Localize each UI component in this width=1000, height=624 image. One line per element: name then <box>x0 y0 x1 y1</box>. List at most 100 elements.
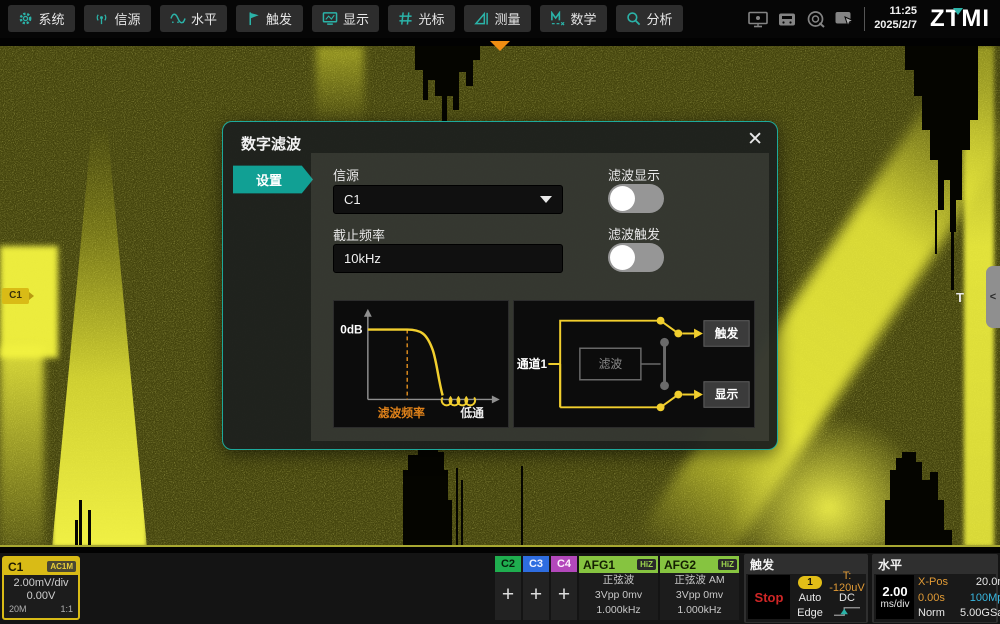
horizontal-status-section[interactable]: 水平 2.00 ms/div X-Pos 20.0ms 0.00s 100Mpt… <box>872 554 998 623</box>
channel3-box[interactable]: C3 + <box>523 556 549 620</box>
xpos-label: X-Pos <box>916 576 960 588</box>
menu-label: 信源 <box>114 9 140 28</box>
storage-icon[interactable] <box>777 11 797 28</box>
add-channel3-button[interactable]: + <box>523 572 549 618</box>
filter-response-graph: 0dB 滤波频率 低通 <box>333 300 509 428</box>
date-value: 2025/2/7 <box>874 19 917 33</box>
clock: 11:25 2025/2/7 <box>874 5 917 33</box>
brand-logo: ZTMI <box>926 5 990 33</box>
trigger-route-button[interactable]: 触发 <box>704 321 749 347</box>
time-value: 11:25 <box>874 5 917 19</box>
top-status-area: 11:25 2025/2/7 ZTMI <box>748 0 990 38</box>
menu-button-math[interactable]: 数学 <box>540 5 607 32</box>
lowpass-label: 低通 <box>459 406 484 420</box>
afg2-box[interactable]: AFG2 HiZ 正弦波 AM 3Vpp 0mv 1.000kHz <box>660 556 739 620</box>
trigger-flag-icon <box>247 11 261 26</box>
edge-trigger-icon <box>831 605 863 618</box>
toggle-knob <box>610 245 635 270</box>
main-menu: 系统 信源 水平 触发 <box>8 5 683 32</box>
xpos-value: 20.0ms <box>960 576 1000 588</box>
memory-points: 100Mpts <box>960 592 1000 604</box>
trigger-status-section[interactable]: 触发 Stop 1 T: -120uV Auto DC Edge <box>744 554 868 623</box>
menu-button-source[interactable]: 信源 <box>84 5 151 32</box>
channel1-box[interactable]: C1 AC1M 2.00mV/div 0.00V 20M 1:1 <box>2 556 80 620</box>
settings-panel: 信源 C1 截止频率 10kHz 滤波显示 滤波触发 0dB <box>311 153 769 441</box>
signal-source-icon <box>94 11 109 26</box>
filter-routing-diagram: 通道1 滤波 <box>513 300 755 428</box>
trigger-type: Edge <box>792 607 828 619</box>
logo-accent-triangle <box>953 8 963 15</box>
close-icon[interactable]: ✕ <box>747 128 763 151</box>
touch-assist-icon[interactable] <box>806 10 825 28</box>
acquisition-state-box[interactable]: Stop <box>748 575 790 619</box>
cursor-grid-icon <box>398 11 413 26</box>
menu-button-measure[interactable]: 测量 <box>464 5 531 32</box>
channel1-header: C1 AC1M <box>4 558 78 575</box>
cutoff-value: 10kHz <box>344 251 381 266</box>
db-label: 0dB <box>340 322 362 336</box>
afg1-frequency: 1.000kHz <box>579 603 658 618</box>
channel2-name: C2 <box>495 556 521 572</box>
source-label: 信源 <box>333 165 359 184</box>
chevron-left-icon: < <box>990 291 996 303</box>
menu-label: 分析 <box>646 9 672 28</box>
channel3-name: C3 <box>523 556 549 572</box>
trigger-source-badge: 1 <box>798 576 822 589</box>
measure-ruler-icon <box>474 11 489 26</box>
filter-display-label: 滤波显示 <box>608 165 660 184</box>
gesture-icon[interactable] <box>834 10 855 28</box>
display-route-button[interactable]: 显示 <box>704 382 749 408</box>
trigger-position-marker-icon[interactable] <box>490 41 510 51</box>
channel1-bandwidth: 20M <box>9 604 27 614</box>
menu-button-horizontal[interactable]: 水平 <box>160 5 227 32</box>
side-panel-handle[interactable]: < <box>986 266 1000 328</box>
menu-label: 显示 <box>343 9 369 28</box>
analyze-search-icon <box>626 11 641 26</box>
trigger-level-marker[interactable]: T <box>956 290 964 305</box>
afg1-box[interactable]: AFG1 HiZ 正弦波 3Vpp 0mv 1.000kHz <box>579 556 658 620</box>
menu-label: 光标 <box>418 9 444 28</box>
menu-button-cursor[interactable]: 光标 <box>388 5 455 32</box>
menu-button-system[interactable]: 系统 <box>8 5 75 32</box>
channel1-level-marker[interactable]: C1 <box>2 288 29 304</box>
menu-label: 水平 <box>191 9 217 28</box>
channel1-name: C1 <box>4 560 23 574</box>
add-channel4-button[interactable]: + <box>551 572 577 618</box>
cutoff-freq-label: 滤波频率 <box>378 406 425 420</box>
horizontal-section-body: 2.00 ms/div X-Pos 20.0ms 0.00s 100Mpts N… <box>874 574 996 622</box>
sample-rate: 5.00GSa/s <box>960 607 1000 619</box>
edge-slope-cell <box>828 605 866 621</box>
afg2-header: AFG2 HiZ <box>660 556 739 573</box>
filter-display-toggle[interactable] <box>608 184 664 213</box>
filter-trigger-toggle[interactable] <box>608 243 664 272</box>
cutoff-input[interactable]: 10kHz <box>333 244 563 273</box>
channel4-box[interactable]: C4 + <box>551 556 577 620</box>
afg1-name: AFG1 <box>579 558 615 572</box>
screen-icon[interactable] <box>748 11 768 28</box>
menu-button-analyze[interactable]: 分析 <box>616 5 683 32</box>
tab-settings[interactable]: 设置 <box>233 163 313 196</box>
gear-icon <box>18 11 33 26</box>
horizontal-wave-icon <box>170 11 186 26</box>
horizontal-offset: 0.00s <box>916 592 960 604</box>
source-value: C1 <box>344 192 361 207</box>
afg1-header: AFG1 HiZ <box>579 556 658 573</box>
menu-label: 数学 <box>570 9 596 28</box>
toggle-knob <box>610 186 635 211</box>
afg1-impedance-badge: HiZ <box>637 559 656 570</box>
source-dropdown[interactable]: C1 <box>333 185 563 214</box>
channel1-probe: 1:1 <box>60 604 73 614</box>
menu-label: 触发 <box>266 9 292 28</box>
svg-text:显示: 显示 <box>715 387 739 401</box>
menu-button-trigger[interactable]: 触发 <box>236 5 303 32</box>
add-channel2-button[interactable]: + <box>495 572 521 618</box>
channel2-box[interactable]: C2 + <box>495 556 521 620</box>
afg2-amplitude: 3Vpp 0mv <box>660 588 739 603</box>
filter-trigger-label: 滤波触发 <box>608 224 660 243</box>
timebase-box[interactable]: 2.00 ms/div <box>876 575 914 619</box>
trigger-coupling: DC <box>828 592 866 604</box>
menu-button-display[interactable]: 显示 <box>312 5 379 32</box>
channel4-name: C4 <box>551 556 577 572</box>
channel1-footer: 20M 1:1 <box>4 603 78 614</box>
afg1-amplitude: 3Vpp 0mv <box>579 588 658 603</box>
